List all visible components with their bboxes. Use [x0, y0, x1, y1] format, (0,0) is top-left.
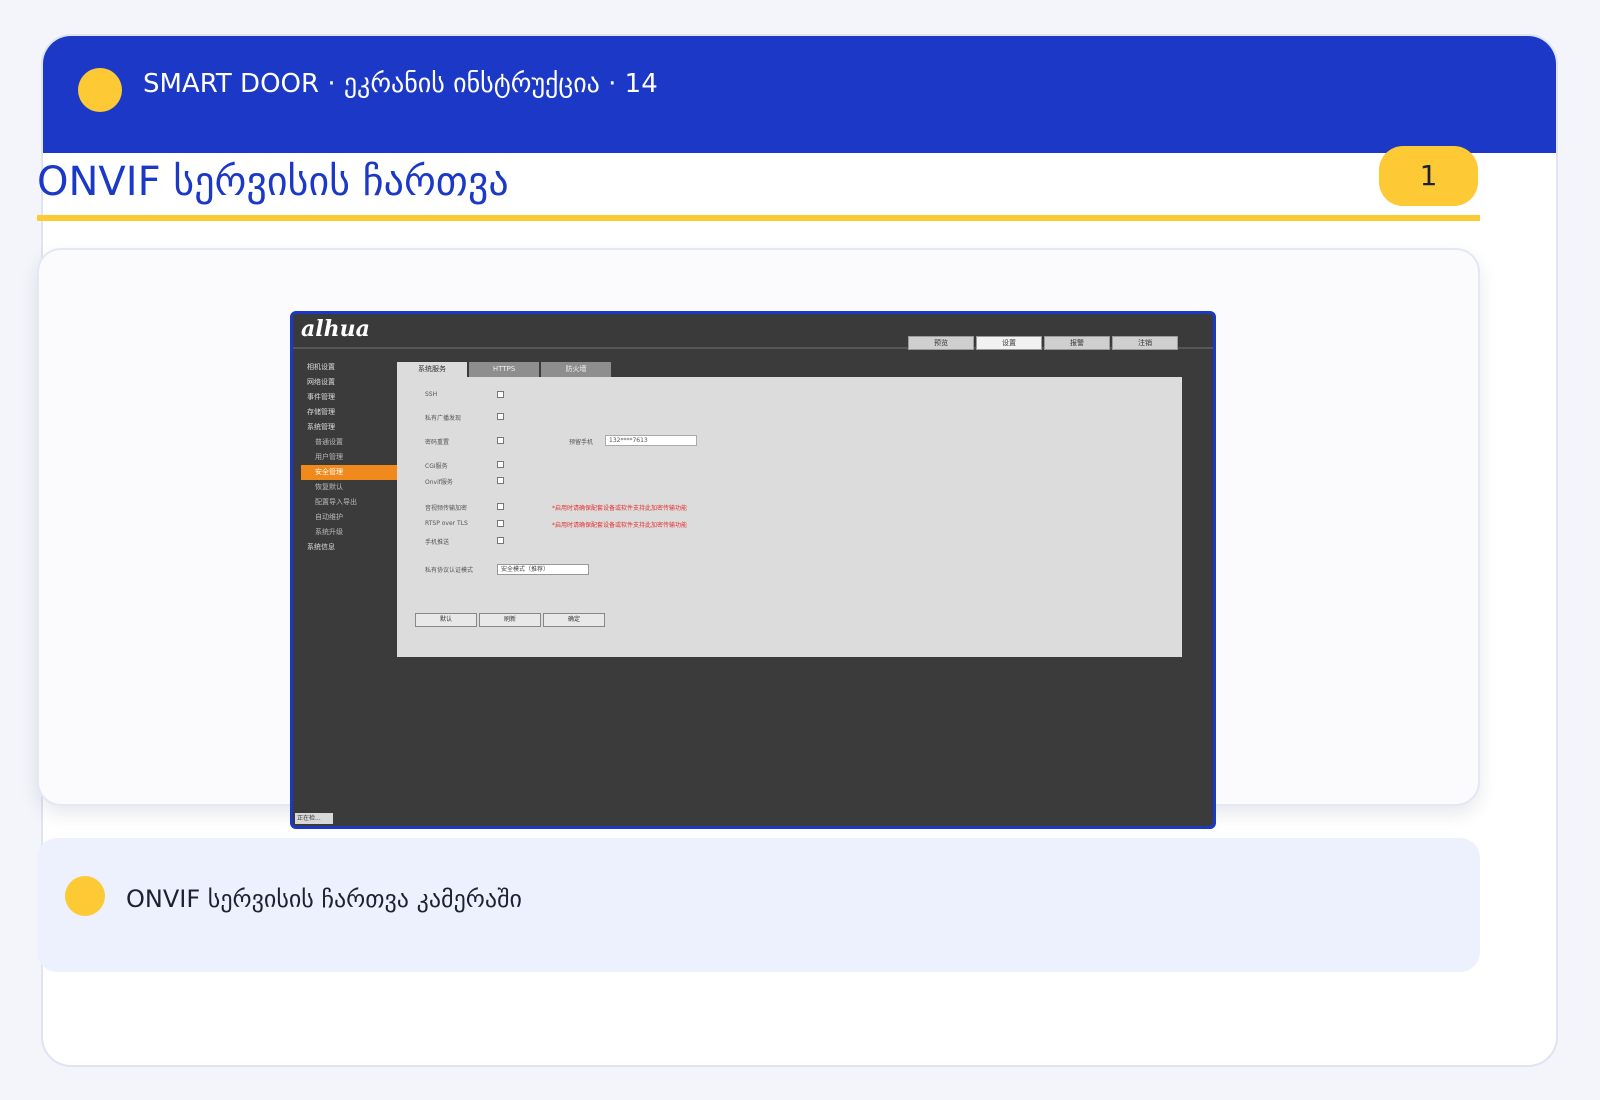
header-bar: SMART DOOR · ეკრანის ინსტრუქცია · 14: [43, 36, 1556, 153]
note-box: ONVIF სერვისის ჩართვა კამერაში: [37, 838, 1480, 972]
warning-text: *启用时请确保配套设备或软件支持此加密传输功能: [552, 505, 688, 512]
checkbox-icon: [497, 461, 504, 468]
sidebar-item-active: 安全管理: [301, 465, 399, 480]
checkbox-icon: [497, 437, 504, 444]
camera-ui-content: 系统服务 HTTPS 防火墙 SSH 私有广播发现 密码重置 预留手机 132*…: [397, 362, 1182, 657]
checkbox-icon: [497, 503, 504, 510]
checkbox-icon: [497, 520, 504, 527]
sidebar-item: 系统升级: [315, 528, 343, 536]
sidebar-item: 网络设置: [307, 378, 335, 386]
checkbox-icon: [497, 537, 504, 544]
row-push: 手机推送: [425, 539, 450, 546]
status-bar: 正在检...: [295, 813, 333, 824]
camera-ui-sidebar: 相机设置 网络设置 事件管理 存储管理 系统管理 普通设置 用户管理 安全管理 …: [301, 360, 399, 555]
sidebar-item: 事件管理: [307, 393, 335, 401]
auth-mode-select: 安全模式（推荐）: [497, 564, 589, 575]
row-auth-mode: 私有协议认证模式: [425, 567, 474, 574]
step-badge: 1: [1379, 146, 1478, 206]
warning-text: *启用时请确保配套设备或软件支持此加密传输功能: [552, 522, 688, 529]
content-tab-https: HTTPS: [469, 362, 539, 377]
page-title: ONVIF სერვისის ჩართვა: [37, 159, 509, 205]
sidebar-item: 相机设置: [307, 363, 335, 371]
sidebar-item: 系统管理: [307, 423, 335, 431]
password-label: 预留手机: [569, 439, 594, 446]
content-tab-firewall: 防火墙: [541, 362, 611, 377]
refresh-button: 刷新: [479, 613, 541, 627]
top-tab-settings: 设置: [976, 336, 1042, 350]
default-button: 默认: [415, 613, 477, 627]
camera-ui-screenshot: alhua 预览 设置 报警 注销 相机设置 网络设置 事件管理 存储管理 系统…: [290, 311, 1216, 829]
checkbox-icon: [497, 391, 504, 398]
content-tab-system-service: 系统服务: [397, 362, 467, 377]
note-text: ONVIF სერვისის ჩართვა კამერაში: [126, 885, 522, 913]
row-rtsp-tls: RTSP over TLS: [425, 520, 468, 527]
password-field: 132****7613: [605, 435, 697, 446]
row-ssh: SSH: [425, 391, 438, 398]
sidebar-item: 用户管理: [315, 453, 343, 461]
row-password-reset: 密码重置: [425, 439, 450, 446]
row-cgi: CGI服务: [425, 463, 448, 470]
sidebar-item: 系统信息: [307, 543, 335, 551]
row-discovery: 私有广播发现: [425, 415, 462, 422]
confirm-button: 确定: [543, 613, 605, 627]
row-onvif: Onvif服务: [425, 479, 453, 486]
camera-ui-topbar: alhua 预览 设置 报警 注销: [293, 314, 1213, 350]
sidebar-item: 恢复默认: [315, 483, 343, 491]
checkbox-icon: [497, 413, 504, 420]
title-underline: [37, 215, 1480, 221]
row-encryption: 音视频传输加密: [425, 505, 468, 512]
top-tab-logout: 注销: [1112, 336, 1178, 350]
top-tab-alarm: 报警: [1044, 336, 1110, 350]
sidebar-item: 自动维护: [315, 513, 343, 521]
sidebar-item: 普通设置: [315, 438, 343, 446]
header-dot-icon: [78, 68, 122, 112]
header-title: SMART DOOR · ეკრანის ინსტრუქცია · 14: [143, 69, 658, 99]
top-tab-preview: 预览: [908, 336, 974, 350]
sidebar-item: 存储管理: [307, 408, 335, 416]
checkbox-icon: [497, 477, 504, 484]
sidebar-item: 配置导入导出: [315, 498, 357, 506]
brand-logo: alhua: [301, 316, 370, 342]
bullet-dot-icon: [65, 876, 105, 916]
